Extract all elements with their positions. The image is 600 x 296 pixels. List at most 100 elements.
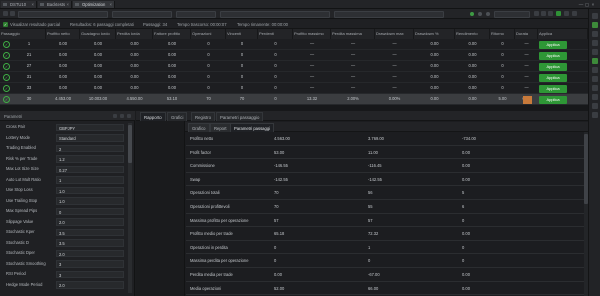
trend-line-icon[interactable]	[592, 49, 598, 55]
parameter-value-field[interactable]: 0	[56, 207, 124, 215]
parameter-value-field[interactable]: 1.0	[56, 186, 124, 194]
fibonacci-icon[interactable]	[592, 67, 598, 73]
parameter-value-field[interactable]: 3	[56, 270, 124, 278]
parameter-value-field[interactable]: Standard	[56, 134, 124, 142]
horizontal-line-icon[interactable]	[592, 40, 598, 46]
window-close-icon[interactable]: ×	[590, 1, 596, 8]
channel-tool-icon[interactable]	[592, 58, 598, 64]
partial-results-checkbox[interactable]: ✓	[3, 21, 8, 27]
column-header[interactable]: Drawdown max	[375, 29, 414, 39]
pin-icon[interactable]	[120, 113, 124, 118]
tab-log[interactable]: Registro	[191, 112, 216, 121]
close-icon[interactable]: ×	[32, 1, 34, 8]
parameter-value-field[interactable]: 3	[56, 260, 124, 268]
speed-slider[interactable]	[494, 10, 530, 18]
close-icon[interactable]: ×	[67, 1, 69, 8]
settings-icon[interactable]	[564, 11, 569, 16]
apply-button[interactable]: Applica	[539, 73, 567, 82]
arrow-icon[interactable]	[592, 94, 598, 100]
parameter-value-field[interactable]: 2	[56, 144, 124, 152]
tab-graph[interactable]: Grafico	[188, 122, 210, 132]
mode-selector[interactable]	[334, 10, 444, 18]
apply-button[interactable]: Applica	[539, 84, 567, 93]
column-header[interactable]: Perdita massima	[331, 29, 375, 39]
column-header[interactable]: Durata	[515, 29, 538, 39]
pause-icon[interactable]	[541, 11, 546, 16]
refresh-icon[interactable]	[10, 11, 15, 16]
column-header[interactable]: Drawdown %	[414, 29, 455, 39]
pass-status-icon: ✓	[3, 52, 10, 59]
parameter-value-field[interactable]: 1.2	[56, 155, 124, 163]
parameter-value-field[interactable]: 2.0	[56, 249, 124, 257]
parameter-value-field[interactable]: 1.0	[56, 197, 124, 205]
zoom-icon[interactable]	[592, 112, 598, 118]
column-header[interactable]: Profitto netto	[46, 29, 80, 39]
statistics-row: Operazioni in perdita 0 1 0	[186, 241, 585, 255]
apply-button[interactable]: Applica	[539, 62, 567, 71]
shapes-icon[interactable]	[592, 85, 598, 91]
tab-dstu10[interactable]: DSTU10 ×	[1, 1, 37, 8]
column-header[interactable]: Applica	[538, 29, 588, 39]
table-row[interactable]: ✓10.000.000.000.00000———0.000.000——Appli…	[0, 39, 588, 50]
column-header[interactable]: Ritorno	[490, 29, 515, 39]
table-cell: 0.00	[130, 41, 139, 46]
scrollbar-thumb[interactable]	[584, 134, 588, 204]
tab-pass-params[interactable]: Parametri passaggi	[230, 122, 275, 132]
table-row[interactable]: ✓ 30 4.453.00 10.003.00 4.550.00 53.10 70 70 0 13…	[0, 94, 588, 105]
table-cell: 4.453.00	[55, 96, 71, 101]
apply-button[interactable]: Applica	[539, 51, 567, 60]
stop-icon[interactable]	[548, 11, 553, 16]
statistic-value: 57	[368, 217, 373, 223]
table-row[interactable]: ✓270.000.000.000.00000———0.000.000——Appl…	[0, 61, 588, 72]
parameter-value-field[interactable]: 3.5	[56, 239, 124, 247]
tab-report[interactable]: Rapporto	[140, 112, 166, 121]
parameter-value-field[interactable]: GBPJPY	[56, 123, 124, 131]
parameter-value-field[interactable]: 3.5	[56, 228, 124, 236]
start-button[interactable]	[556, 11, 561, 16]
close-icon[interactable]: ×	[110, 1, 112, 8]
symbol-selector[interactable]	[112, 10, 172, 18]
column-header[interactable]: Guadagno lordo	[80, 29, 116, 39]
parameter-value-field[interactable]: 2.0	[56, 218, 124, 226]
scrollbar-thumb[interactable]	[128, 125, 132, 163]
apply-button[interactable]: Applica	[539, 40, 567, 49]
column-header[interactable]: Operazioni	[191, 29, 226, 39]
strategy-selector[interactable]	[18, 10, 108, 18]
eraser-icon[interactable]	[592, 103, 598, 109]
line-tool-icon[interactable]	[592, 31, 598, 37]
table-row[interactable]: ✓210.000.000.000.00000———0.000.000——Appl…	[0, 50, 588, 61]
column-header[interactable]: Profitto massimo	[293, 29, 331, 39]
tab-pass-parameters[interactable]: Parametri passaggio	[216, 112, 264, 121]
options-icon[interactable]	[572, 11, 577, 16]
table-cell: —	[524, 85, 529, 90]
date-range-selector[interactable]	[220, 10, 330, 18]
crosshair-icon[interactable]	[592, 13, 598, 19]
tab-backtests[interactable]: Backtests ×	[38, 1, 72, 8]
active-tool-icon[interactable]	[592, 22, 598, 28]
tab-report-inner[interactable]: Report	[210, 122, 231, 132]
text-tool-icon[interactable]	[592, 76, 598, 82]
play-icon[interactable]	[534, 11, 539, 16]
table-row[interactable]: ✓310.000.000.000.00000———0.000.000——Appl…	[0, 72, 588, 83]
tab-charts[interactable]: Grafici	[167, 112, 188, 121]
tab-optimization[interactable]: Optimization ×	[73, 1, 115, 8]
column-header[interactable]: Passaggio	[0, 29, 46, 39]
list-icon[interactable]	[113, 113, 117, 118]
table-cell: —	[350, 63, 356, 68]
parameter-value-field[interactable]: 1	[56, 176, 124, 184]
column-header[interactable]: Fattore profitto	[153, 29, 191, 39]
close-icon[interactable]	[127, 113, 131, 118]
column-header[interactable]: Perdenti	[258, 29, 293, 39]
parameter-row: Max Lot Size Size 0.27	[0, 165, 126, 174]
parameter-value-field[interactable]: 2.0	[56, 281, 124, 289]
period-selector[interactable]	[176, 10, 216, 18]
table-row[interactable]: ✓330.000.000.000.00000———0.000.000——Appl…	[0, 83, 588, 94]
table-cell: 21	[26, 52, 32, 57]
apply-button[interactable]: Applica	[539, 95, 567, 104]
column-header[interactable]: Vincenti	[226, 29, 258, 39]
parameter-value-field[interactable]: 0.27	[56, 165, 124, 173]
column-header[interactable]: Perdita lorda	[116, 29, 153, 39]
menu-icon[interactable]	[3, 11, 8, 16]
column-header[interactable]: Rendimento	[455, 29, 490, 39]
report-panel: Rapporto Grafici Registro Parametri pass…	[136, 111, 588, 296]
